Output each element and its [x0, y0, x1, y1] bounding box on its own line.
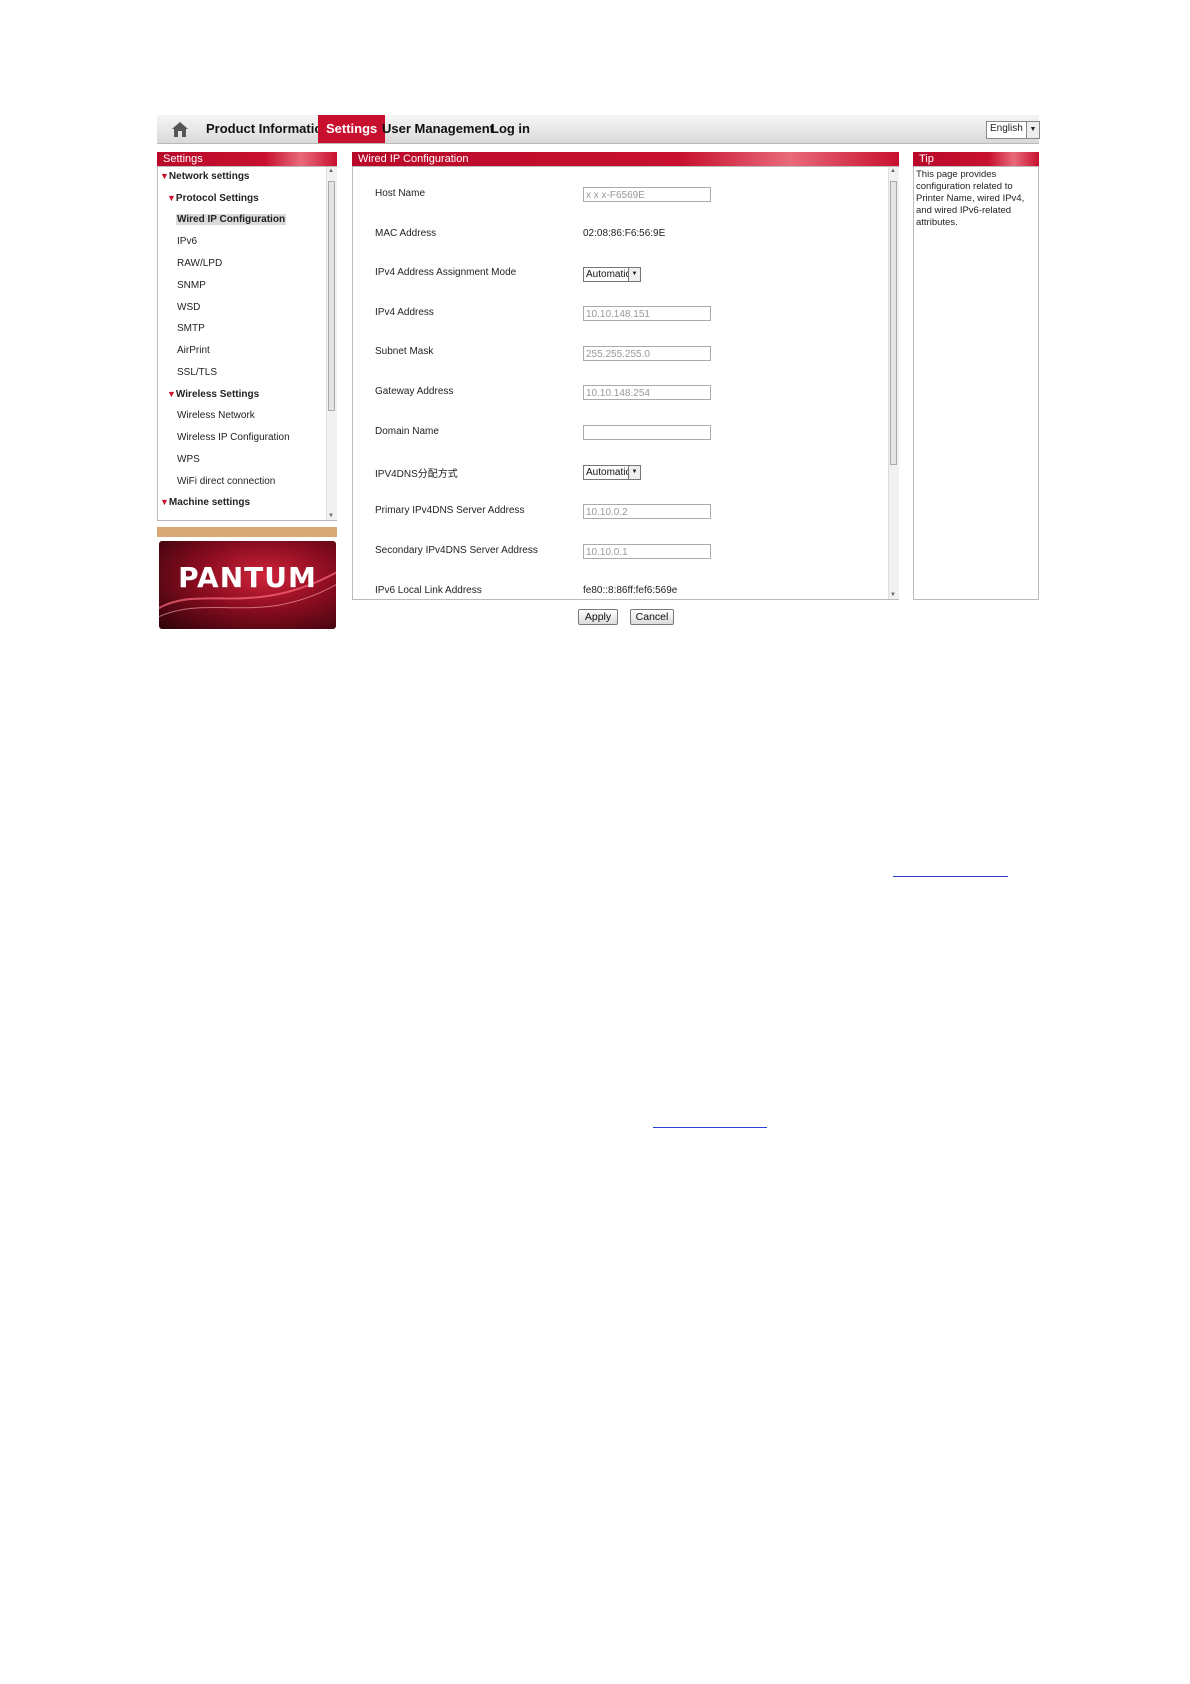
pantum-logo: PANTUM — [159, 541, 336, 629]
sidebar-header: Settings — [157, 152, 337, 166]
tree-item-wireless-network[interactable]: Wireless Network — [177, 410, 255, 421]
ipv4-dns-mode-select[interactable]: Automatic ▼ — [583, 465, 641, 480]
host-name-input[interactable]: x x x-F6569E — [583, 187, 711, 202]
sidebar-scrollbar[interactable]: ▲ ▼ — [326, 167, 337, 520]
expand-triangle-icon: ▼ — [160, 171, 169, 181]
nav-log-in[interactable]: Log in — [491, 115, 530, 143]
ipv4-dns-mode-label: IPV4DNS分配方式 — [375, 469, 458, 480]
tree-item-snmp[interactable]: SNMP — [177, 280, 206, 291]
expand-triangle-icon: ▼ — [167, 389, 176, 399]
ipv4-address-input[interactable]: 10.10.148.151 — [583, 306, 711, 321]
scroll-down-icon[interactable]: ▼ — [328, 513, 334, 519]
tree-item-smtp[interactable]: SMTP — [177, 323, 205, 334]
sidebar-scroll-thumb[interactable] — [328, 181, 335, 411]
host-name-label: Host Name — [375, 188, 426, 199]
main-panel-header: Wired IP Configuration — [352, 152, 899, 166]
ipv4-assignment-mode-label: IPv4 Address Assignment Mode — [375, 267, 517, 278]
nav-product-information[interactable]: Product Information — [206, 115, 330, 143]
sidebar-tree: ▼Network settings ▼Protocol Settings Wir… — [157, 166, 337, 521]
main-scrollbar[interactable]: ▲ ▼ — [888, 167, 899, 599]
tree-item-machine-settings[interactable]: ▼Machine settings — [160, 497, 250, 508]
secondary-dns-label: Secondary IPv4DNS Server Address — [375, 545, 538, 556]
wired-ip-form: Host Name x x x-F6569E MAC Address 02:08… — [352, 166, 899, 600]
tree-item-ssl-tls[interactable]: SSL/TLS — [177, 367, 217, 378]
tree-item-ipv6[interactable]: IPv6 — [177, 236, 197, 247]
chevron-down-icon: ▼ — [628, 466, 640, 479]
tree-item-wps[interactable]: WPS — [177, 454, 200, 465]
scroll-up-icon[interactable]: ▲ — [890, 168, 896, 174]
gateway-address-label: Gateway Address — [375, 386, 454, 397]
primary-dns-input[interactable]: 10.10.0.2 — [583, 504, 711, 519]
nav-user-management[interactable]: User Management — [382, 115, 494, 143]
nav-settings[interactable]: Settings — [318, 115, 386, 143]
ipv6-link-local-value: fe80::8:86ff:fef6:569e — [583, 585, 678, 596]
apply-button[interactable]: Apply — [578, 609, 618, 625]
secondary-dns-input[interactable]: 10.10.0.1 — [583, 544, 711, 559]
tree-item-raw-lpd[interactable]: RAW/LPD — [177, 258, 222, 269]
scroll-up-icon[interactable]: ▲ — [328, 168, 334, 174]
tree-item-wifi-direct[interactable]: WiFi direct connection — [177, 476, 275, 487]
cancel-button[interactable]: Cancel — [630, 609, 674, 625]
ipv4-assignment-mode-select[interactable]: Automatic ▼ — [583, 267, 641, 282]
primary-dns-label: Primary IPv4DNS Server Address — [375, 505, 525, 516]
chevron-down-icon: ▼ — [628, 268, 640, 281]
ipv6-link-local-label: IPv6 Local Link Address — [375, 585, 482, 596]
logo-text: PANTUM — [178, 561, 317, 594]
tree-item-wireless-settings[interactable]: ▼Wireless Settings — [167, 389, 259, 400]
home-icon[interactable] — [170, 120, 190, 138]
domain-name-label: Domain Name — [375, 426, 439, 437]
subnet-mask-input[interactable]: 255.255.255.0 — [583, 346, 711, 361]
sidebar-divider — [157, 527, 337, 537]
gateway-address-input[interactable]: 10.10.148.254 — [583, 385, 711, 400]
main-scroll-thumb[interactable] — [890, 181, 897, 465]
tree-item-protocol-settings[interactable]: ▼Protocol Settings — [167, 193, 259, 204]
mac-address-label: MAC Address — [375, 228, 437, 239]
language-value: English — [990, 123, 1023, 134]
mac-address-value: 02:08:86:F6:56:9E — [583, 228, 666, 239]
tree-item-wired-ip-configuration[interactable]: Wired IP Configuration — [176, 214, 287, 225]
tip-header: Tip — [913, 152, 1039, 166]
domain-name-input[interactable] — [583, 425, 711, 440]
scroll-down-icon[interactable]: ▼ — [890, 592, 896, 598]
expand-triangle-icon: ▼ — [167, 193, 176, 203]
tree-item-network-settings[interactable]: ▼Network settings — [160, 171, 250, 182]
ipv4-address-label: IPv4 Address — [375, 307, 434, 318]
hyperlink-underline[interactable] — [893, 876, 1008, 877]
tip-text: This page provides configuration related… — [916, 169, 1025, 228]
tree-item-airprint[interactable]: AirPrint — [177, 345, 210, 356]
expand-triangle-icon: ▼ — [160, 497, 169, 507]
tree-item-wsd[interactable]: WSD — [177, 302, 200, 313]
tree-item-wireless-ip-configuration[interactable]: Wireless IP Configuration — [177, 432, 290, 443]
tip-panel: This page provides configuration related… — [913, 166, 1039, 600]
subnet-mask-label: Subnet Mask — [375, 346, 434, 357]
hyperlink-underline[interactable] — [653, 1127, 767, 1128]
language-select[interactable]: English ▼ — [986, 121, 1040, 139]
chevron-down-icon: ▼ — [1026, 122, 1039, 138]
